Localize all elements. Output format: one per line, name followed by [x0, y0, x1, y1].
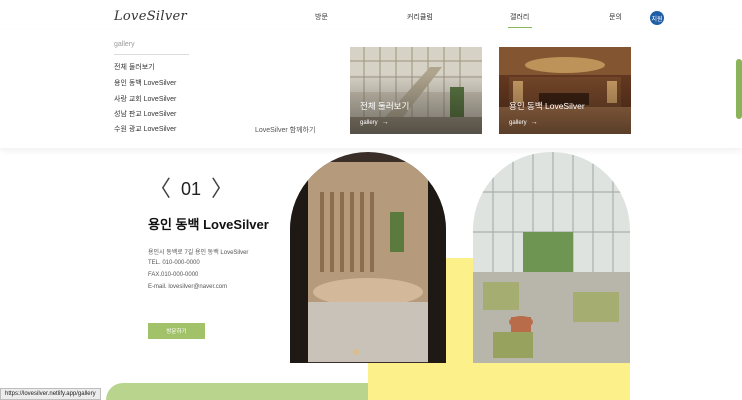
dropdown-footer-text: LoveSilver 함께하기: [255, 127, 316, 134]
card-gallery-link[interactable]: gallery →: [509, 119, 538, 126]
location-tel: TEL. 010-000-0000: [148, 260, 200, 266]
location-fax: FAX.010-000-0000: [148, 272, 199, 278]
nav-contact[interactable]: 문의: [609, 12, 622, 22]
arrow-right-icon: →: [381, 119, 389, 126]
nav-visit[interactable]: 방문: [315, 12, 328, 22]
dropdown-link-seongnam[interactable]: 성남 판교 LoveSilver: [114, 109, 176, 119]
support-button[interactable]: 지원: [650, 11, 664, 25]
interior-photo-2: [473, 152, 630, 363]
nav-gallery[interactable]: 갤러리: [510, 12, 529, 22]
site-logo[interactable]: LoveSilver: [114, 9, 187, 24]
location-pager: 〈 01 〉: [149, 178, 233, 200]
status-bar-url: https://lovesilver.netlify.app/gallery: [0, 388, 101, 400]
card-title: 전체 둘러보기: [360, 101, 410, 111]
visit-button[interactable]: 방문하기: [148, 323, 205, 339]
chevron-left-icon[interactable]: 〈: [149, 178, 171, 200]
chevron-right-icon[interactable]: 〉: [211, 178, 233, 200]
dropdown-heading: gallery: [114, 41, 135, 48]
dropdown-link-suwon[interactable]: 수원 광교 LoveSilver: [114, 124, 176, 134]
dropdown-link-church[interactable]: 사랑 교회 LoveSilver: [114, 94, 176, 104]
location-email: E-mail. lovesilver@naver.com: [148, 284, 228, 290]
arrow-right-icon: →: [530, 119, 538, 126]
gallery-card-yongin[interactable]: 용인 동백 LoveSilver gallery →: [499, 47, 631, 134]
dropdown-link-all[interactable]: 전체 둘러보기: [114, 62, 155, 72]
gallery-card-all[interactable]: 전체 둘러보기 gallery →: [350, 47, 482, 134]
scrollbar-thumb[interactable]: [736, 59, 742, 119]
dropdown-divider: [114, 54, 189, 55]
card-link-label: gallery: [509, 119, 527, 126]
green-background-block: [106, 383, 368, 400]
location-index: 01: [181, 178, 202, 199]
nav-curriculum[interactable]: 커리큘럼: [407, 12, 433, 22]
location-address: 용인시 동백로 7길 용인 동백 LoveSilver: [148, 250, 249, 256]
interior-photo-1: [290, 152, 446, 363]
dropdown-link-yongin[interactable]: 용인 동백 LoveSilver: [114, 78, 176, 88]
card-link-label: gallery: [360, 119, 378, 126]
nav-active-indicator: [508, 27, 532, 28]
card-title: 용인 동백 LoveSilver: [509, 101, 585, 111]
location-title: 용인 동백 LoveSilver: [148, 217, 269, 232]
card-gallery-link[interactable]: gallery →: [360, 119, 389, 126]
